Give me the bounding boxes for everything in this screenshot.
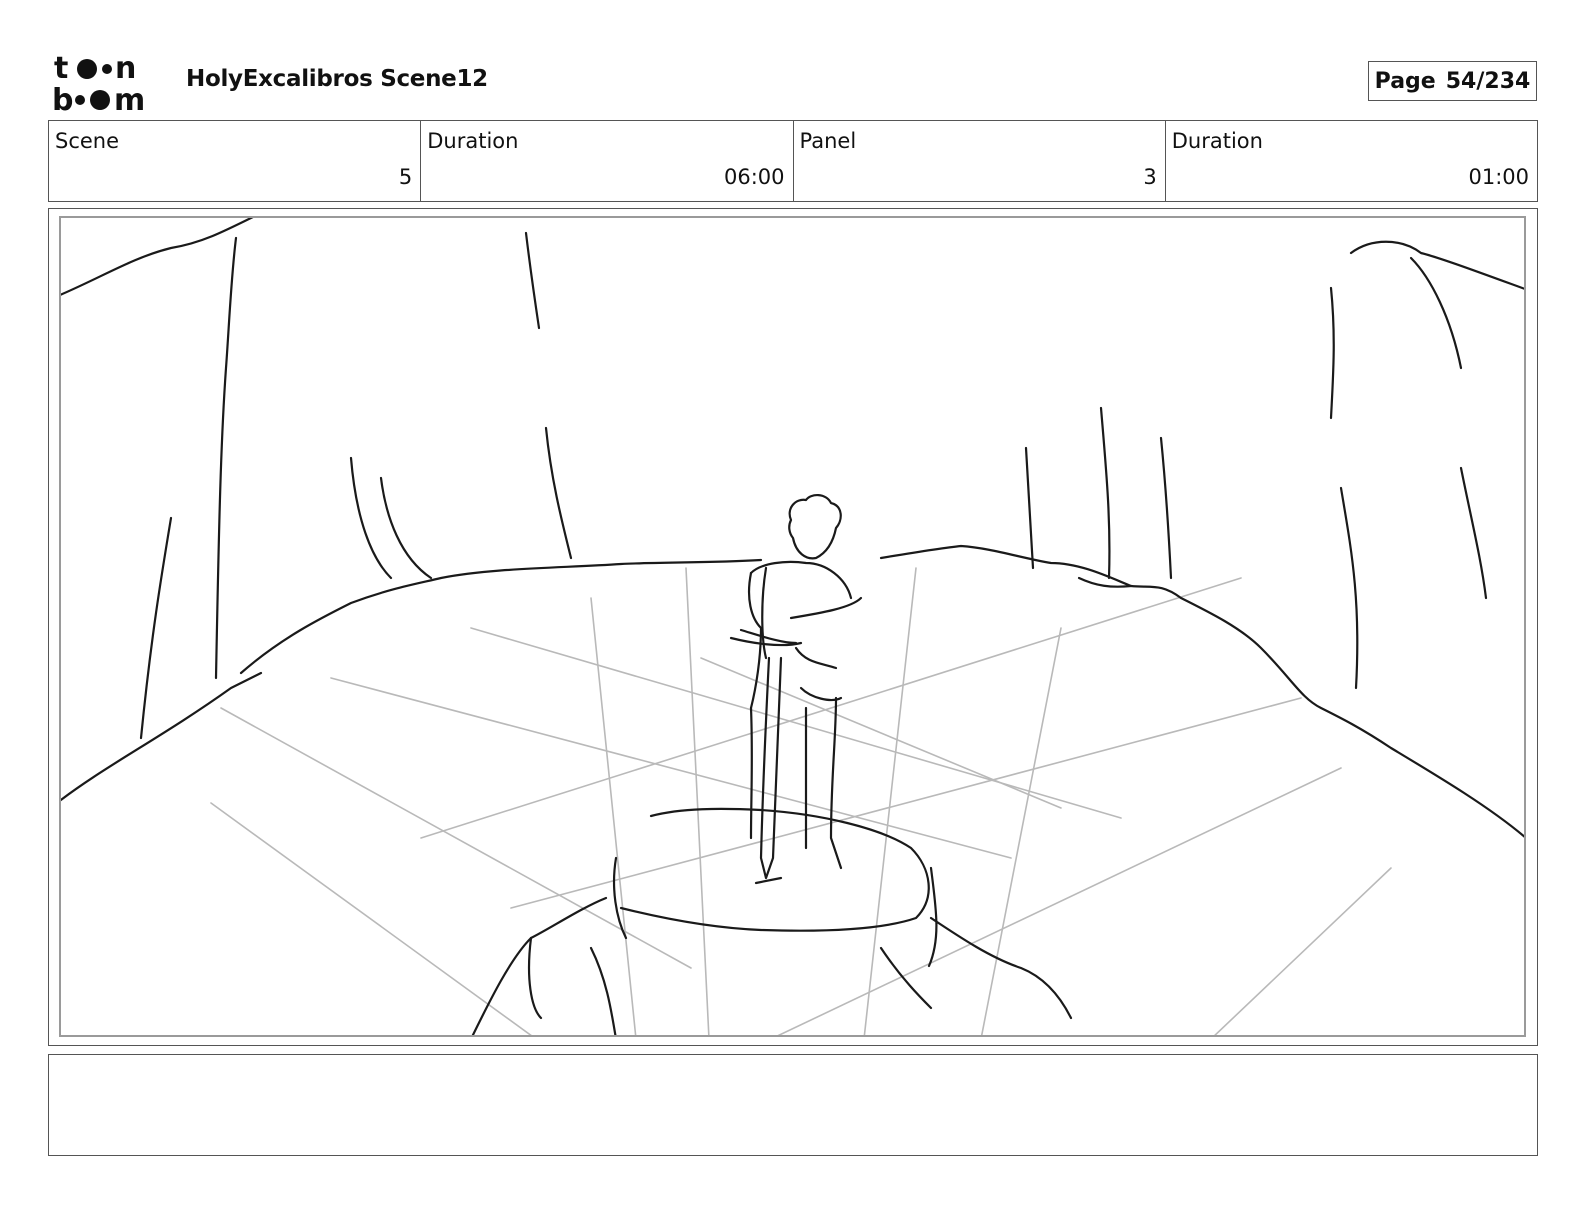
storyboard-sketch: [61, 218, 1524, 1035]
page-label: Page: [1374, 68, 1436, 94]
scene-value: 5: [398, 165, 413, 189]
project-title: HolyExcalibros Scene12: [186, 66, 488, 92]
svg-text:t: t: [54, 52, 68, 86]
toon-boom-logo: t n b m: [52, 52, 145, 114]
page-number: 54/234: [1445, 68, 1531, 94]
scene-duration-cell: Duration 06:00: [421, 121, 794, 201]
perspective-grid: [210, 567, 1392, 1035]
sketch-lines: [61, 218, 1524, 1035]
panel-cell: Panel 3: [794, 121, 1166, 201]
svg-text:b: b: [52, 83, 73, 114]
scene-duration-value: 06:00: [723, 165, 785, 189]
storyboard-panel: [48, 208, 1538, 1046]
scene-label: Scene: [55, 129, 120, 153]
svg-text:n: n: [115, 52, 136, 86]
scene-info-table: Scene 5 Duration 06:00 Panel 3 Duration …: [48, 120, 1538, 202]
panel-label: Panel: [799, 129, 857, 153]
panel-drawing-area: [59, 216, 1526, 1037]
panel-notes-box[interactable]: [48, 1054, 1538, 1156]
panel-duration-label: Duration: [1171, 129, 1263, 153]
panel-value: 3: [1143, 165, 1157, 189]
panel-duration-value: 01:00: [1468, 165, 1529, 189]
page-indicator: Page 54/234: [1368, 61, 1537, 101]
panel-duration-cell: Duration 01:00: [1166, 121, 1537, 201]
scene-duration-label: Duration: [427, 129, 519, 153]
scene-cell: Scene 5: [49, 121, 422, 201]
svg-text:m: m: [114, 83, 145, 114]
